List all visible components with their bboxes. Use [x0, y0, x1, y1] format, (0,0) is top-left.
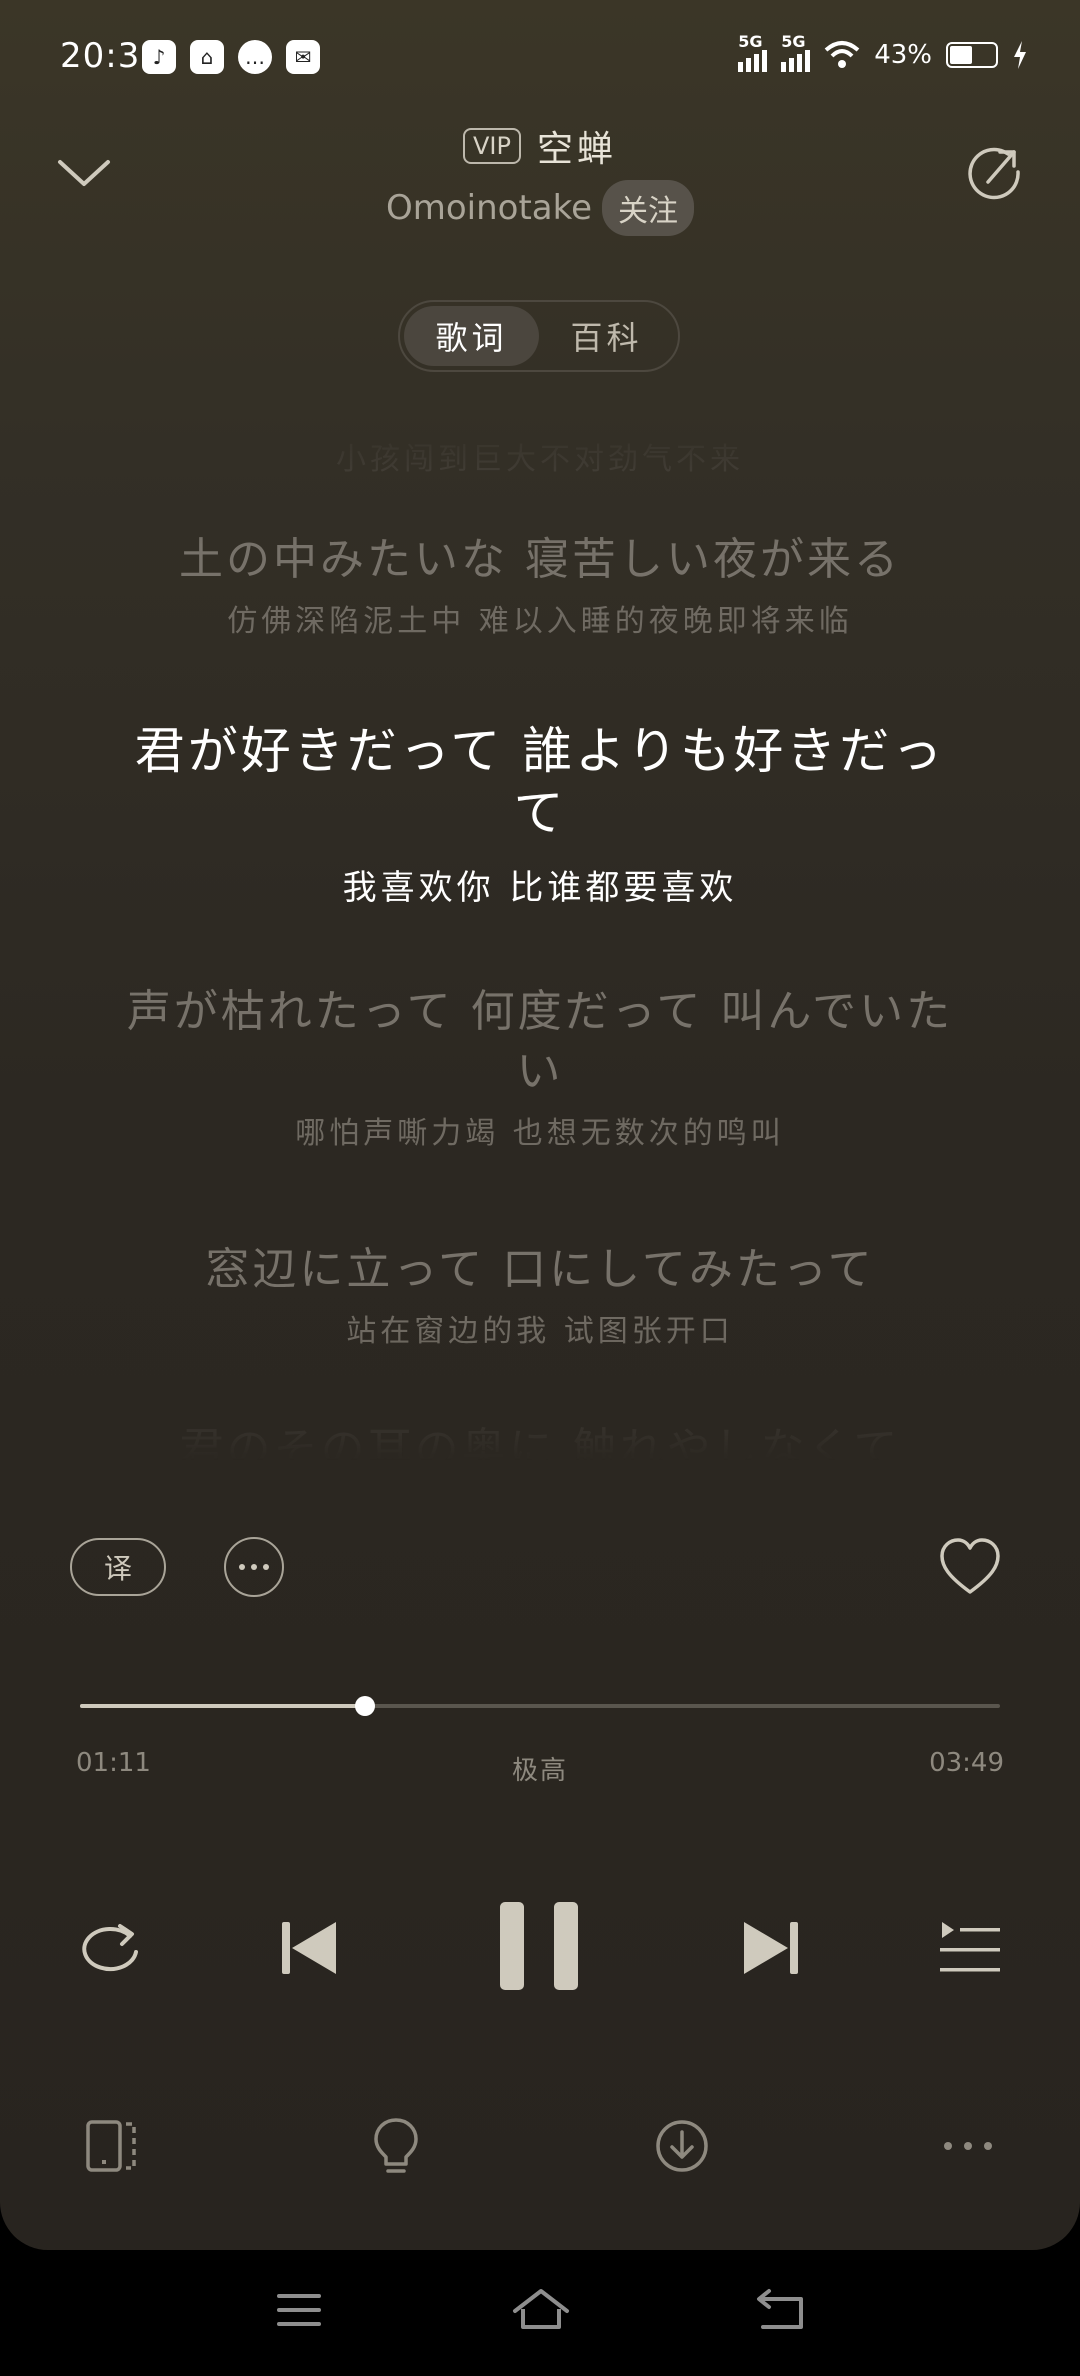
more-options-button[interactable] [224, 1537, 284, 1597]
battery-percent: 43% [874, 40, 932, 70]
battery-icon [946, 42, 998, 68]
previous-button[interactable] [278, 1912, 342, 1984]
share-button[interactable] [964, 142, 1028, 206]
status-bar: 20:36 ♪ ⌂ … ✉ 5G 5G 43% [0, 0, 1080, 110]
artist-name[interactable]: Omoinotake [386, 188, 592, 228]
notification-icons: ♪ ⌂ … ✉ [142, 40, 320, 74]
more-button[interactable] [936, 2114, 1000, 2178]
lyric-line[interactable]: 土の中みたいな 寝苦しい夜が来る 仿佛深陷泥土中 难以入睡的夜晚即将来临 [120, 530, 960, 640]
lyric-line[interactable]: 窓辺に立って 口にしてみたって 站在窗边的我 试图张开口 [120, 1240, 960, 1350]
home-app-icon: ⌂ [190, 40, 224, 74]
skip-next-icon [744, 1922, 798, 1974]
lyric-line[interactable]: 小孩闯到巨大不对劲气不来 [120, 428, 960, 478]
pause-icon [500, 1902, 578, 1990]
dot-icon [263, 1564, 269, 1570]
download-button[interactable] [650, 2114, 714, 2178]
status-right: 5G 5G 43% [738, 32, 1028, 72]
download-icon [656, 2120, 708, 2172]
menu-icon [277, 2294, 321, 2326]
lyric-line[interactable]: 君のその耳の奥に 触れやしなくて [120, 1420, 960, 1460]
email-app-icon: ✉ [286, 40, 320, 74]
more-horizontal-icon [944, 2142, 992, 2150]
signal-icon: 5G [781, 32, 811, 72]
lightbulb-button[interactable] [364, 2114, 428, 2178]
lyrics-panel[interactable]: 小孩闯到巨大不对劲气不来 土の中みたいな 寝苦しい夜が来る 仿佛深陷泥土中 难以… [0, 420, 1080, 1460]
tiktok-icon: ♪ [142, 40, 176, 74]
lyric-line-current[interactable]: 君が好きだって 誰よりも好きだって 我喜欢你 比谁都要喜欢 [120, 720, 960, 909]
skip-previous-icon [282, 1922, 336, 1974]
next-button[interactable] [738, 1912, 802, 1984]
progress-fill [80, 1704, 366, 1708]
nav-home-button[interactable] [506, 2280, 576, 2340]
player-screen: 20:36 ♪ ⌂ … ✉ 5G 5G 43% VIP 空蝉 Omoinotak… [0, 0, 1080, 2250]
home-icon [513, 2289, 569, 2329]
song-title: 空蝉 [536, 129, 617, 170]
progress-handle[interactable] [355, 1696, 376, 1716]
device-button[interactable] [80, 2114, 144, 2178]
playlist-icon [940, 1922, 1000, 1972]
message-icon: … [238, 40, 272, 74]
nav-menu-button[interactable] [264, 2280, 334, 2340]
translate-button[interactable]: 译 [70, 1538, 166, 1596]
signal-icon: 5G [738, 32, 768, 72]
playlist-button[interactable] [936, 1916, 1004, 1980]
lightbulb-icon [374, 2118, 418, 2173]
quality-label[interactable]: 极高 [0, 1750, 1080, 1787]
share-icon [968, 147, 1020, 200]
progress-bar[interactable] [80, 1696, 1000, 1716]
back-icon [757, 2289, 803, 2329]
wifi-icon [824, 41, 860, 68]
repeat-button[interactable] [72, 1912, 146, 1986]
view-tabs: 歌词 百科 [398, 300, 680, 372]
dot-icon [239, 1564, 245, 1570]
heart-icon [940, 1538, 1000, 1594]
song-title-row: VIP 空蝉 [0, 120, 1080, 172]
total-time: 03:49 [929, 1748, 1004, 1778]
lyric-line[interactable]: 声が枯れたって 何度だって 叫んでいたい 哪怕声嘶力竭 也想无数次的鸣叫 [120, 982, 960, 1152]
repeat-icon [82, 1924, 138, 1972]
tab-lyrics[interactable]: 歌词 [404, 306, 539, 366]
tab-wiki[interactable]: 百科 [539, 306, 674, 366]
pause-button[interactable] [494, 1898, 584, 1994]
charging-icon [1014, 41, 1026, 69]
vip-badge: VIP [463, 128, 521, 164]
system-nav-bar [0, 2250, 1080, 2376]
artist-row: Omoinotake 关注 [0, 180, 1080, 236]
follow-button[interactable]: 关注 [602, 180, 695, 236]
like-button[interactable] [938, 1536, 1002, 1598]
nav-back-button[interactable] [746, 2280, 816, 2340]
dot-icon [251, 1564, 257, 1570]
device-icon [86, 2120, 136, 2172]
